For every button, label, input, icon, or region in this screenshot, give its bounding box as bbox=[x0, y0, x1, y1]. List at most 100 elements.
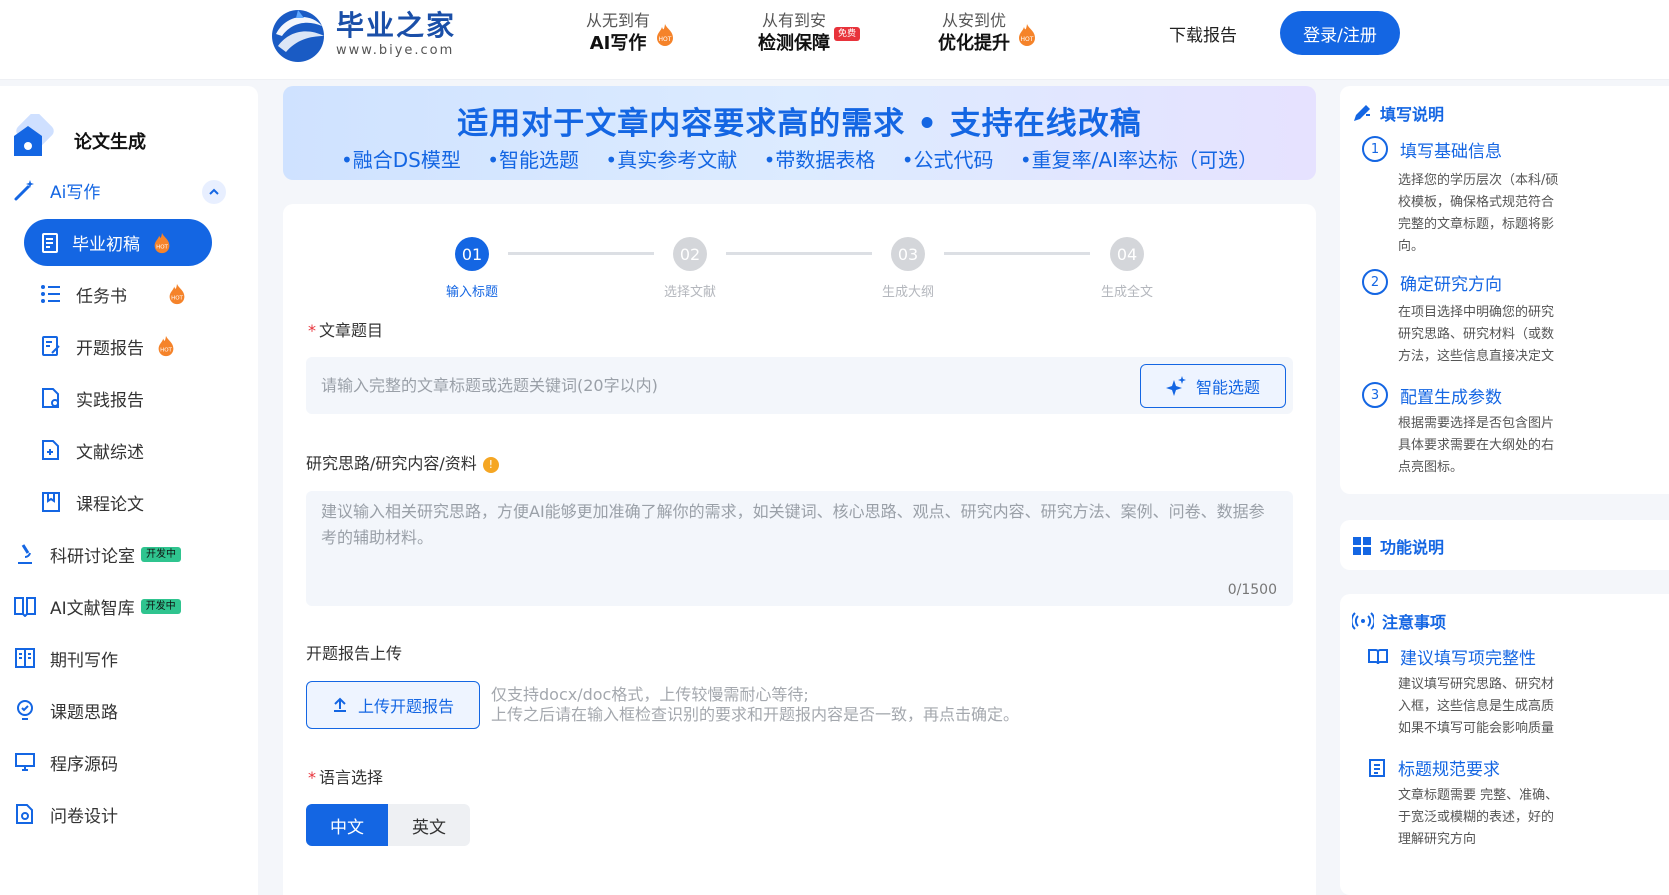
step-select-literature[interactable]: 02 选择文献 bbox=[640, 237, 740, 300]
guide-step-number: 3 bbox=[1362, 382, 1388, 408]
lang-chinese-button[interactable]: 中文 bbox=[306, 804, 388, 846]
grid-icon bbox=[1352, 536, 1372, 556]
promo-top-text: 从安到优 bbox=[941, 11, 1006, 30]
info-icon[interactable]: ! bbox=[482, 456, 499, 473]
document-list-icon bbox=[1368, 758, 1386, 778]
step-generate-full-text[interactable]: 04 生成全文 bbox=[1077, 237, 1177, 300]
guide-panel: 填写说明 1 填写基础信息 选择您的学历层次（本科/硕 校模板，确保格式规范符合… bbox=[1340, 86, 1669, 494]
research-label-text: 研究思路/研究内容/资料 bbox=[306, 454, 477, 473]
language-field-label: * 语言选择 bbox=[308, 764, 383, 788]
logo-title: 毕业之家 bbox=[336, 9, 457, 42]
notice-item-title: 建议填写项完整性 bbox=[1400, 649, 1536, 669]
sidebar-item-label: 问卷设计 bbox=[50, 806, 118, 827]
guide-step-title: 确定研究方向 bbox=[1400, 274, 1502, 295]
promo-ai-writing[interactable]: 从无到有 AI写作 bbox=[586, 10, 650, 56]
guide-line: 校模板，确保格式规范符合 bbox=[1398, 195, 1555, 210]
feature-panel: 功能说明 bbox=[1340, 520, 1669, 570]
sidebar-item-ai-library[interactable]: AI文献智库 开发中 bbox=[12, 584, 181, 628]
step-input-title[interactable]: 01 输入标题 bbox=[422, 237, 522, 300]
notice-item-desc: 文章标题需要 完整、准确、 于宽泛或模糊的表述，好的 理解研究方向 bbox=[1398, 785, 1669, 851]
guide-step-number: 1 bbox=[1362, 136, 1388, 162]
hot-badge-text: HOT bbox=[659, 36, 672, 43]
sidebar-item-questionnaire[interactable]: 问卷设计 bbox=[12, 792, 118, 836]
hot-flame-icon: HOT bbox=[1019, 24, 1035, 46]
promo-bottom-text: AI写作 bbox=[589, 33, 647, 54]
edit-pen-icon bbox=[1352, 103, 1372, 123]
guide-step-1: 1 填写基础信息 bbox=[1362, 136, 1502, 162]
download-report-link[interactable]: 下载报告 bbox=[1169, 21, 1237, 46]
guide-panel-title: 填写说明 bbox=[1352, 101, 1444, 125]
promo-detection[interactable]: 从有到安 检测保障 bbox=[758, 10, 830, 56]
title-input-box: 智能选题 bbox=[306, 357, 1293, 414]
top-header: 毕业之家 www.biye.com 从无到有 AI写作 HOT 从有到安 检测保… bbox=[0, 0, 1669, 80]
step-number: 02 bbox=[673, 237, 707, 271]
file-search-icon bbox=[12, 801, 38, 827]
sidebar-item-topic-ideas[interactable]: 课题思路 bbox=[12, 688, 118, 732]
promo-top-text: 从有到安 bbox=[761, 11, 826, 30]
sidebar-item-source-code[interactable]: 程序源码 bbox=[12, 740, 118, 784]
notice-line: 理解研究方向 bbox=[1398, 832, 1477, 847]
notice-item-title-rules: 标题规范要求 bbox=[1368, 755, 1500, 780]
sidebar-group-ai-writing[interactable]: Ai写作 bbox=[12, 168, 100, 212]
sidebar-item-label: AI文献智库 bbox=[50, 598, 135, 619]
bookmark-icon bbox=[38, 489, 64, 515]
main-form-card: 01 输入标题 02 选择文献 03 生成大纲 04 生成全文 *文章题目 智能… bbox=[283, 204, 1316, 895]
step-connector bbox=[944, 252, 1090, 255]
chevron-up-icon[interactable] bbox=[202, 180, 226, 204]
banner-feature: •融合DS模型 bbox=[340, 148, 461, 172]
sidebar-item-graduation-draft[interactable]: 毕业初稿 HOT bbox=[24, 219, 212, 266]
step-number: 03 bbox=[891, 237, 925, 271]
site-logo[interactable]: 毕业之家 www.biye.com bbox=[268, 4, 456, 64]
notice-line: 如果不填写可能会影响质量 bbox=[1398, 721, 1555, 736]
notice-item-desc: 建议填写研究思路、研究材 入框，这些信息是生成高质 如果不填写可能会影响质量 bbox=[1398, 674, 1669, 740]
upload-hint-line: 上传之后请在输入框检查识别的要求和开题报内容是否一致，再点击确定。 bbox=[491, 705, 1020, 724]
edit-document-icon bbox=[38, 333, 64, 359]
title-input[interactable] bbox=[306, 357, 1126, 414]
guide-step-3: 3 配置生成参数 bbox=[1362, 382, 1502, 408]
smart-topic-button[interactable]: 智能选题 bbox=[1140, 364, 1286, 408]
sparkle-icon bbox=[1165, 376, 1186, 396]
sidebar-item-journal-writing[interactable]: 期刊写作 bbox=[12, 636, 118, 680]
guide-step-desc: 选择您的学历层次（本科/硕 校模板，确保格式规范符合 完整的文章标题，标题将影 … bbox=[1398, 170, 1669, 258]
hot-flame-icon: HOT bbox=[657, 24, 673, 46]
file-settings-icon bbox=[38, 385, 64, 411]
sidebar-item-course-paper[interactable]: 课程论文 bbox=[38, 480, 144, 524]
lang-english-button[interactable]: 英文 bbox=[388, 804, 470, 846]
logo-url: www.biye.com bbox=[336, 43, 455, 58]
sidebar-item-literature-review[interactable]: 文献综述 bbox=[38, 428, 144, 472]
upload-proposal-button[interactable]: 上传开题报告 bbox=[306, 681, 480, 729]
free-badge: 免费 bbox=[834, 27, 861, 41]
login-register-button[interactable]: 登录/注册 bbox=[1280, 11, 1400, 55]
guide-line: 完整的文章标题，标题将影 bbox=[1398, 217, 1555, 232]
sidebar: 论文生成 Ai写作 毕业初稿 HOT 任务书 HOT 开题报告 HOT 实践报告… bbox=[0, 86, 258, 895]
hot-flame-icon: HOT bbox=[154, 232, 170, 253]
banner-feature: •公式代码 bbox=[901, 148, 994, 172]
banner-title: 适用对于文章内容要求高的需求 • 支持在线改稿 bbox=[457, 106, 1142, 142]
guide-line: 选择您的学历层次（本科/硕 bbox=[1398, 173, 1559, 188]
sidebar-item-proposal[interactable]: 开题报告 HOT bbox=[38, 324, 178, 368]
sidebar-item-task-book[interactable]: 任务书 HOT bbox=[38, 272, 189, 316]
feature-panel-title[interactable]: 功能说明 bbox=[1352, 534, 1444, 558]
upload-hint: 仅支持docx/doc格式，上传较慢需耐心等待; 上传之后请在输入框检查识别的要… bbox=[491, 685, 1019, 725]
book-open-icon bbox=[12, 593, 38, 619]
language-toggle: 中文 英文 bbox=[306, 804, 470, 846]
guide-step-title: 配置生成参数 bbox=[1400, 387, 1502, 408]
hot-badge-text: HOT bbox=[160, 348, 172, 354]
sidebar-item-practice-report[interactable]: 实践报告 bbox=[38, 376, 144, 420]
sidebar-item-label: 期刊写作 bbox=[50, 650, 118, 671]
guide-step-desc: 根据需要选择是否包含图片 具体要求需要在大纲处的右 点亮图标。 bbox=[1398, 413, 1669, 479]
step-connector bbox=[726, 252, 872, 255]
research-textarea-box: 0/1500 bbox=[306, 491, 1293, 606]
feature-title-text: 功能说明 bbox=[1380, 538, 1445, 557]
sidebar-item-research-room[interactable]: 科研讨论室 开发中 bbox=[12, 532, 181, 576]
document-edit-icon bbox=[38, 230, 64, 256]
sidebar-item-label: 实践报告 bbox=[76, 390, 144, 411]
upload-icon bbox=[332, 697, 348, 713]
promo-optimize[interactable]: 从安到优 优化提升 bbox=[938, 10, 1010, 56]
monitor-icon bbox=[12, 749, 38, 775]
sidebar-item-label: 科研讨论室 bbox=[50, 546, 135, 567]
step-generate-outline[interactable]: 03 生成大纲 bbox=[858, 237, 958, 300]
research-textarea[interactable] bbox=[306, 491, 1293, 581]
notice-item-title: 标题规范要求 bbox=[1398, 760, 1500, 780]
guide-step-desc: 在项目选择中明确您的研究 研究思路、研究材料（或数 方法，这些信息直接决定文 bbox=[1398, 302, 1669, 368]
